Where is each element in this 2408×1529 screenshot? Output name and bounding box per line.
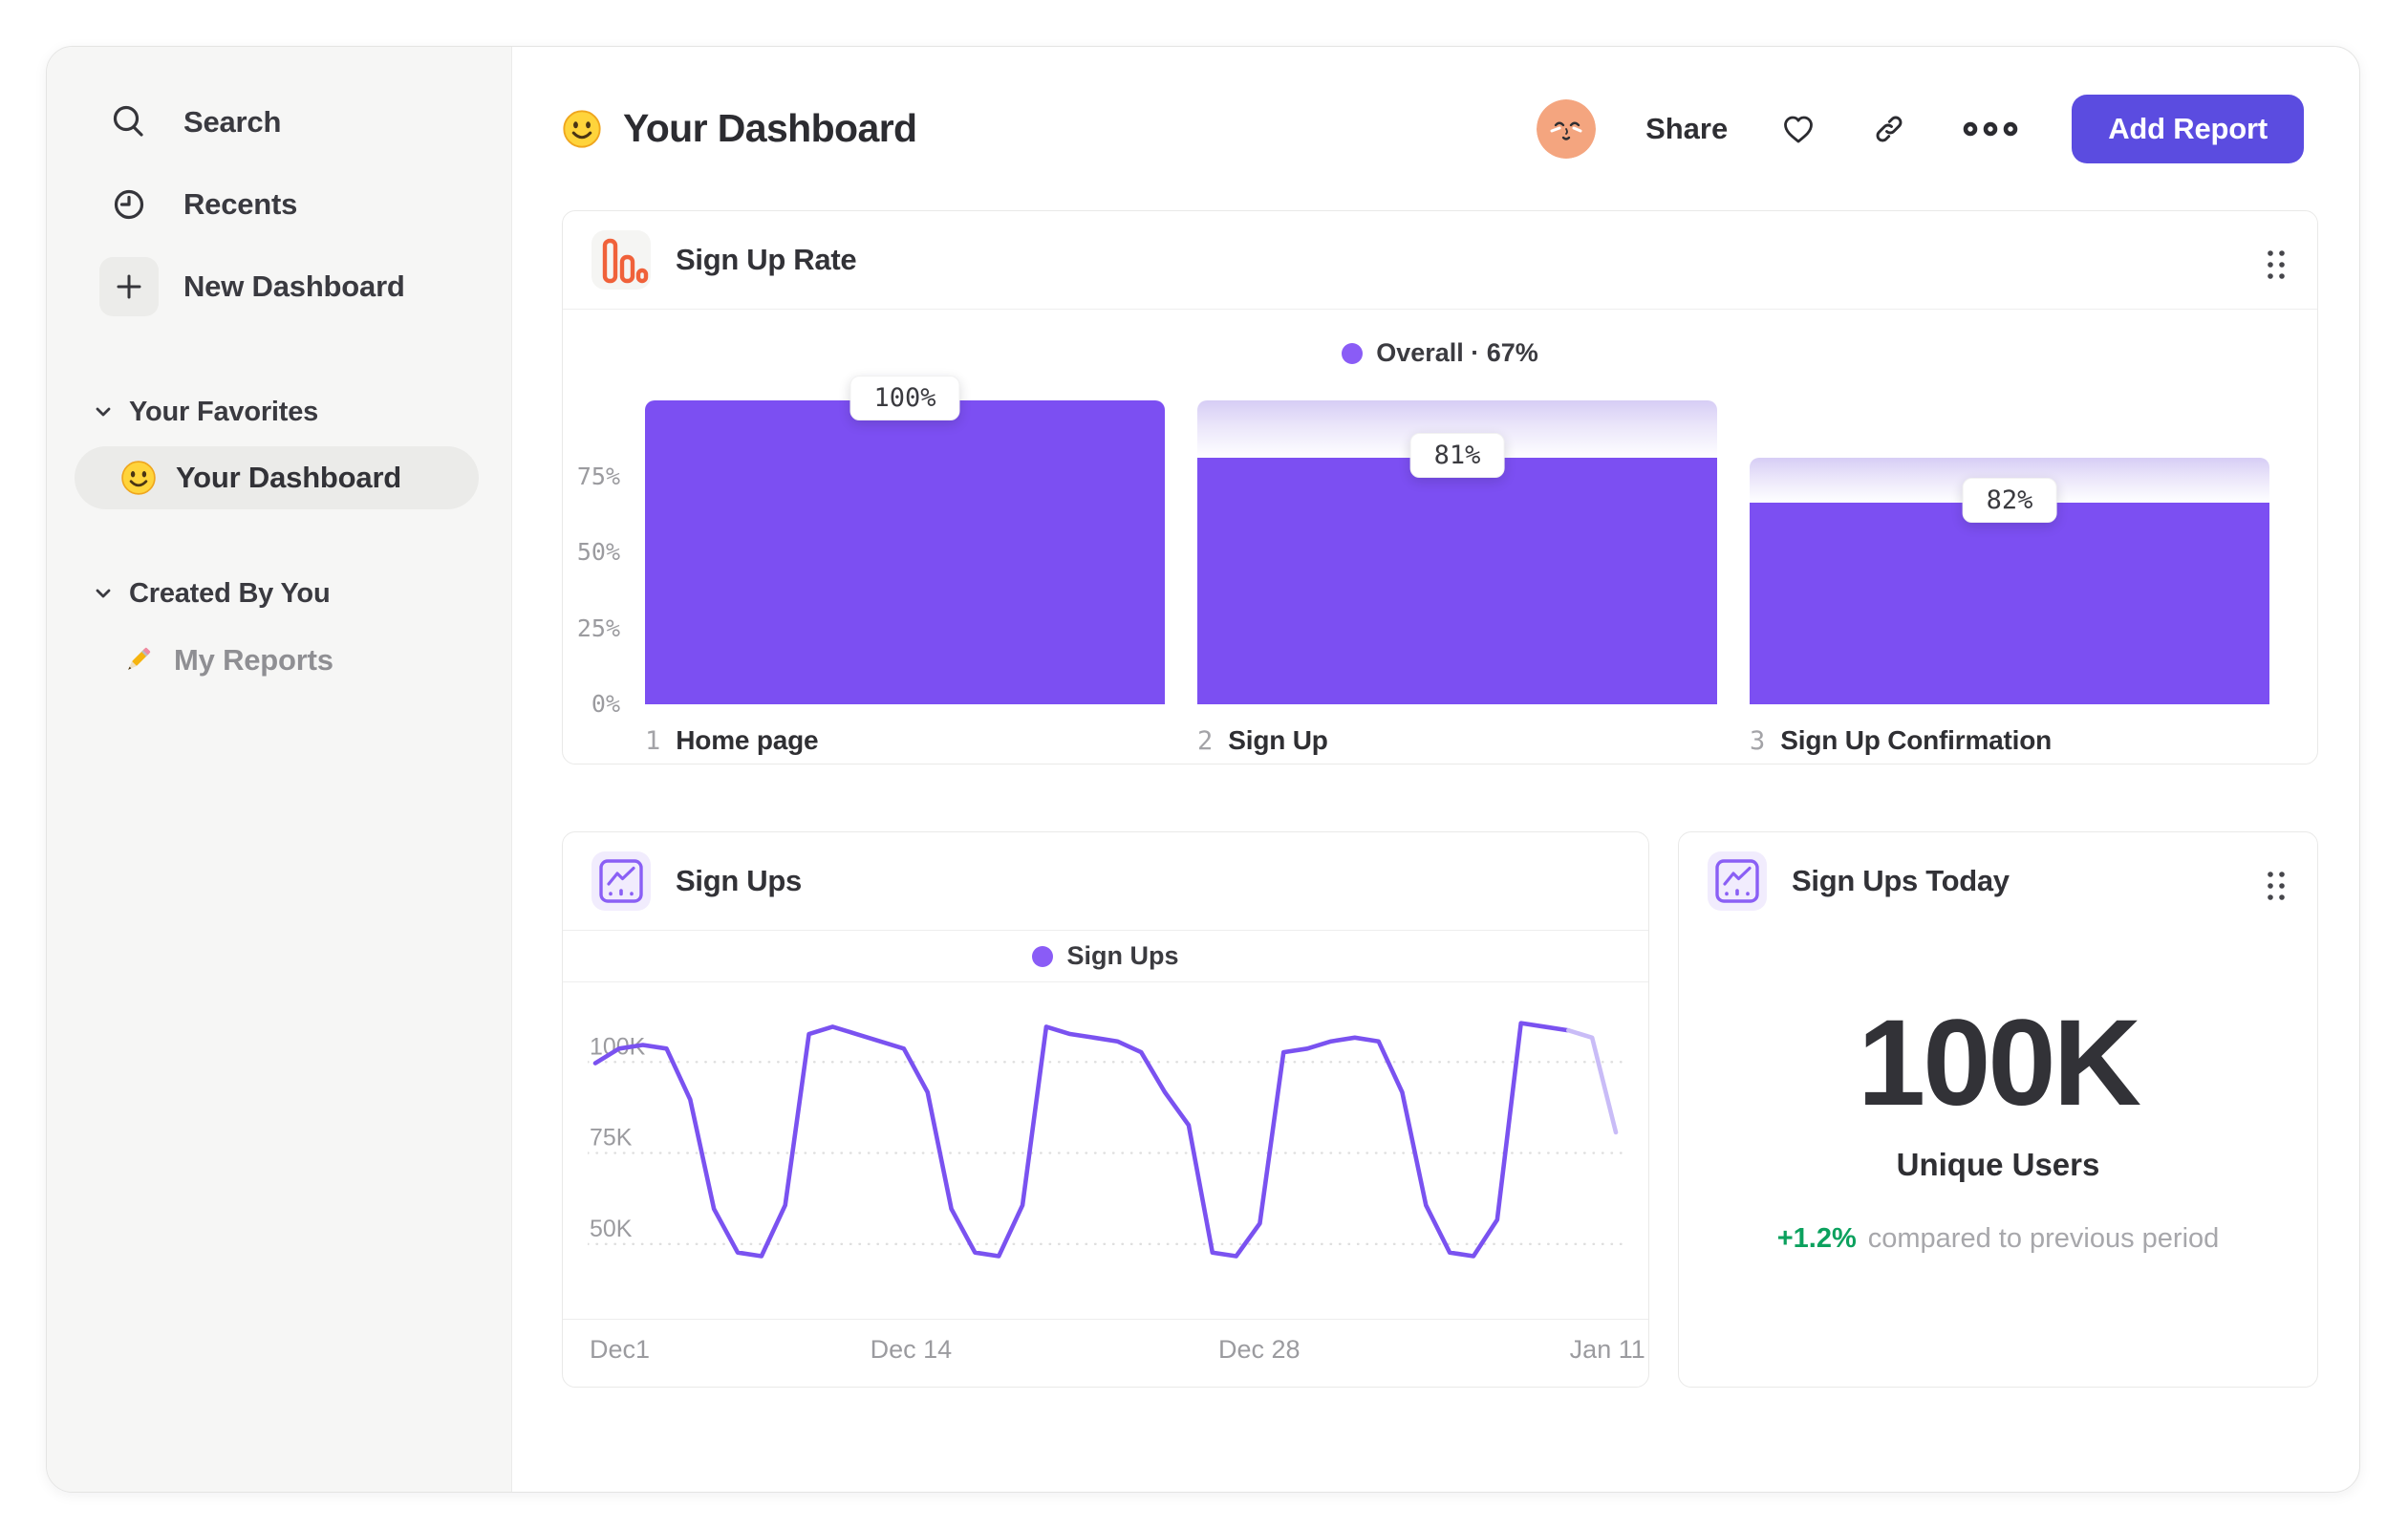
funnel-legend: Overall · 67% — [563, 338, 2317, 368]
sidebar-item-recents[interactable]: Recents — [47, 163, 511, 246]
delta-value: +1.2% — [1776, 1223, 1857, 1254]
smiley-emoji — [120, 460, 157, 496]
y-axis-tick: 50% — [576, 538, 620, 566]
legend-label: Overall · 67% — [1376, 338, 1538, 367]
page-title-group: Your Dashboard — [562, 106, 917, 151]
step-name: Home page — [676, 725, 819, 755]
svg-text:50K: 50K — [590, 1216, 633, 1242]
bar-value-chip: 100% — [849, 376, 960, 420]
sidebar-item-search[interactable]: Search — [47, 81, 511, 163]
sidebar-item-your-dashboard[interactable]: Your Dashboard — [75, 446, 479, 509]
step-name: Sign Up Confirmation — [1780, 725, 2053, 755]
x-axis-tick: Dec 14 — [870, 1335, 953, 1364]
card-title: Sign Up Rate — [676, 243, 857, 276]
add-report-button[interactable]: Add Report — [2072, 94, 2304, 163]
drag-handle-icon[interactable] — [2264, 248, 2289, 282]
sign-up-rate-card: Sign Up Rate Overall · 67% 75% 50% 25% 0% — [562, 210, 2318, 764]
sign-ups-today-card: Sign Ups Today 100K Unique Users +1.2% co… — [1678, 831, 2318, 1388]
bar-solid — [1197, 458, 1717, 704]
search-icon — [99, 93, 159, 152]
section-title: Your Favorites — [129, 396, 319, 427]
sign-ups-card: Sign Ups Sign Ups 100K 75K 50K Dec1 Dec 14 D… — [562, 831, 1649, 1388]
favorites-section-header[interactable]: Your Favorites — [47, 385, 511, 439]
y-axis-tick: 25% — [576, 614, 620, 642]
line-legend: Sign Ups — [563, 931, 1648, 982]
svg-text:75K: 75K — [590, 1125, 633, 1152]
funnel-y-axis: 75% 50% 25% 0% — [570, 400, 624, 719]
main-content: Your Dashboard Share Add Report Sign Up … — [512, 47, 2359, 1492]
favorites-section: Your Favorites Your Dashboard — [47, 385, 511, 509]
bar-value-chip: 82% — [1962, 477, 2057, 523]
funnel-category: 2 Sign Up — [1197, 725, 1717, 756]
smiley-emoji — [562, 109, 602, 149]
card-header-divider — [563, 309, 2317, 310]
x-axis-tick: Dec1 — [590, 1335, 651, 1364]
funnel-chart-icon — [591, 230, 651, 290]
sign-up-rate-card-header: Sign Up Rate — [563, 211, 2317, 309]
step-name: Sign Up — [1228, 725, 1328, 755]
page-title: Your Dashboard — [623, 106, 917, 150]
step-index: 3 — [1750, 725, 1766, 756]
line-chart-plot[interactable]: 100K 75K 50K — [588, 982, 1623, 1319]
legend-dot — [1032, 945, 1054, 967]
funnel-category: 1 Home page — [645, 725, 1165, 756]
app-window: Search Recents New Dashboard Your Favori… — [46, 46, 2360, 1493]
funnel-bar-home-page[interactable]: 100% — [645, 376, 1165, 704]
funnel-bars: 100% 81% 82% — [645, 376, 2269, 704]
sidebar-item-label: Your Dashboard — [176, 461, 402, 494]
chevron-down-icon — [89, 398, 118, 426]
sidebar-item-label: Search — [183, 105, 282, 139]
sign-ups-today-card-header: Sign Ups Today — [1679, 832, 2317, 930]
dashboard-header: Your Dashboard Share Add Report — [512, 47, 2359, 210]
funnel-category-labels: 1 Home page 2 Sign Up 3 Sign Up Confirma… — [645, 725, 2269, 756]
funnel-bar-sign-up[interactable]: 81% — [1197, 400, 1717, 704]
pencil-emoji — [120, 643, 155, 678]
line-chart-icon — [1708, 851, 1767, 911]
drag-handle-icon[interactable] — [2264, 869, 2289, 903]
y-axis-tick: 0% — [591, 690, 620, 718]
funnel-bar-sign-up-confirmation[interactable]: 82% — [1750, 400, 2269, 704]
y-axis-tick: 75% — [576, 462, 620, 490]
metric-label: Unique Users — [1896, 1147, 2100, 1182]
header-actions: Share Add Report — [1537, 94, 2304, 163]
heart-icon[interactable] — [1777, 108, 1819, 150]
sidebar-item-label: My Reports — [174, 643, 333, 677]
funnel-category: 3 Sign Up Confirmation — [1750, 725, 2269, 756]
legend-label: Sign Ups — [1066, 941, 1179, 970]
metric-delta-row: +1.2% compared to previous period — [1679, 1223, 2317, 1255]
delta-context: compared to previous period — [1867, 1223, 2220, 1254]
sidebar-item-label: New Dashboard — [183, 269, 405, 303]
section-title: Created By You — [129, 577, 331, 609]
bar-solid — [645, 400, 1165, 704]
share-button[interactable]: Share — [1645, 112, 1728, 146]
line-chart-icon — [591, 851, 651, 911]
step-index: 2 — [1197, 725, 1214, 756]
line-chart-x-axis: Dec1 Dec 14 Dec 28 Jan 11 — [563, 1319, 1648, 1374]
x-axis-tick: Jan 11 — [1569, 1335, 1645, 1364]
clock-icon — [99, 175, 159, 234]
link-icon[interactable] — [1869, 109, 1909, 149]
sign-ups-card-header: Sign Ups — [563, 832, 1648, 930]
step-index: 1 — [645, 725, 661, 756]
cards-row: Sign Ups Sign Ups 100K 75K 50K Dec1 Dec 14 D… — [562, 831, 2318, 1388]
bar-solid — [1750, 502, 2269, 704]
card-title: Sign Ups Today — [1792, 864, 2010, 897]
metric-value: 100K — [1858, 995, 2141, 1131]
created-by-you-section: Created By You My Reports — [47, 567, 511, 691]
card-title: Sign Ups — [676, 864, 802, 897]
sidebar-item-new-dashboard[interactable]: New Dashboard — [47, 246, 511, 328]
ellipsis-icon[interactable] — [1959, 118, 2022, 140]
x-axis-tick: Dec 28 — [1218, 1335, 1301, 1364]
avatar[interactable] — [1537, 98, 1597, 159]
bar-value-chip: 81% — [1409, 433, 1505, 479]
sidebar: Search Recents New Dashboard Your Favori… — [47, 47, 512, 1492]
funnel-plot: 75% 50% 25% 0% 100% 81% 82% — [577, 376, 2269, 718]
legend-dot — [1342, 342, 1364, 364]
plus-icon — [99, 257, 159, 316]
sidebar-item-my-reports[interactable]: My Reports — [47, 630, 511, 691]
chevron-down-icon — [89, 579, 118, 608]
sidebar-item-label: Recents — [183, 187, 298, 221]
created-by-you-section-header[interactable]: Created By You — [47, 567, 511, 620]
